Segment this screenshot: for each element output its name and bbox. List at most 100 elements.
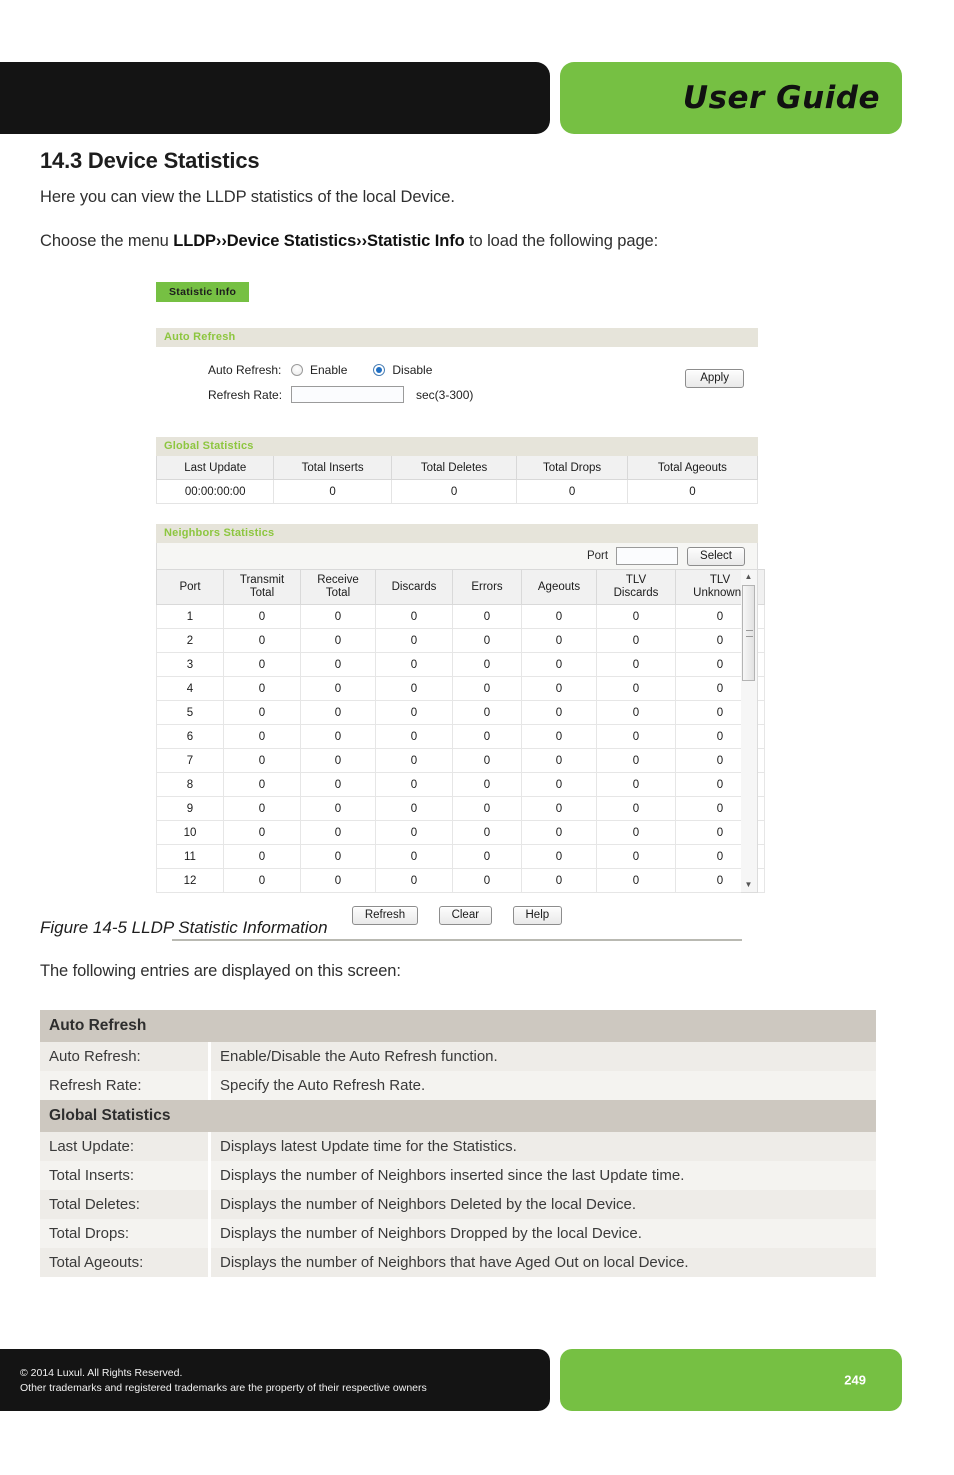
table-cell: 0	[521, 724, 597, 749]
group-label: Global Statistics	[40, 1100, 876, 1132]
table-cell: 0	[300, 868, 376, 893]
neighbors-statistics-section-header: Neighbors Statistics	[156, 524, 758, 543]
table-cell: 0	[452, 676, 522, 701]
table-cell: 0	[300, 748, 376, 773]
table-cell: 0	[375, 748, 453, 773]
table-row[interactable]: 20000000	[156, 628, 765, 653]
help-button[interactable]: Help	[512, 906, 563, 925]
description-text: Displays latest Update time for the Stat…	[209, 1132, 876, 1161]
description-key: Total Ageouts:	[40, 1248, 211, 1277]
table-row[interactable]: 30000000	[156, 652, 765, 677]
global-statistics-table: Last Update Total Inserts Total Deletes Tot…	[155, 456, 759, 504]
table-row[interactable]: 12 0 0 0 0 0 0 0	[156, 868, 765, 893]
description-text: Specify the Auto Refresh Rate.	[209, 1071, 876, 1100]
description-key: Refresh Rate:	[40, 1071, 211, 1100]
scroll-down-arrow-icon[interactable]: ▼	[741, 878, 756, 892]
vertical-scrollbar[interactable]: ▲ ▼	[741, 569, 758, 893]
table-cell: 0	[300, 676, 376, 701]
apply-button[interactable]: Apply	[685, 369, 744, 388]
clear-button[interactable]: Clear	[438, 906, 493, 925]
description-text: Enable/Disable the Auto Refresh function…	[209, 1042, 876, 1071]
intro-paragraph: Here you can view the LLDP statistics of…	[40, 188, 455, 206]
column-header: Total Deletes	[390, 456, 518, 480]
radio-enable-icon	[291, 363, 303, 376]
table-cell: 0	[596, 604, 676, 629]
table-row[interactable]: 60000000	[156, 724, 765, 749]
description-row: Total Inserts: Displays the number of Nei…	[40, 1161, 876, 1190]
scroll-up-arrow-icon[interactable]: ▲	[741, 570, 756, 584]
table-cell: 0	[596, 844, 676, 869]
column-header: Receive Total	[300, 569, 376, 605]
table-row[interactable]: 70000000	[156, 748, 765, 773]
table-row[interactable]: 10 0 0 0 0 0 0 0	[156, 820, 765, 845]
table-row[interactable]: 50000000	[156, 700, 765, 725]
port-select-row: Port Select	[156, 543, 758, 569]
table-row[interactable]: 90000000	[156, 796, 765, 821]
radio-disable[interactable]: Disable	[373, 363, 458, 377]
column-header: Transmit Total	[223, 569, 301, 605]
table-row[interactable]: 10000000	[156, 604, 765, 629]
figure-caption: Figure 14-5 LLDP Statistic Information	[40, 918, 328, 937]
scrollbar-thumb[interactable]	[742, 585, 755, 681]
refresh-button[interactable]: Refresh	[351, 906, 419, 925]
group-label: Auto Refresh	[40, 1010, 876, 1042]
refresh-rate-input[interactable]	[291, 386, 404, 403]
table-cell: 8	[156, 772, 224, 797]
description-text: Displays the number of Neighbors that ha…	[209, 1248, 876, 1277]
table-cell: 0	[300, 796, 376, 821]
neighbors-statistics-table: Port Transmit Total Receive Total Discards Err…	[156, 569, 765, 893]
radio-enable[interactable]: Enable	[291, 363, 373, 377]
copyright-line-2: Other trademarks and registered trademar…	[20, 1382, 427, 1394]
table-cell: 9	[156, 796, 224, 821]
table-cell: 0	[452, 604, 522, 629]
port-filter-input[interactable]	[616, 547, 679, 565]
table-cell: 0	[521, 700, 597, 725]
table-row[interactable]: 40000000	[156, 676, 765, 701]
table-cell: 0	[223, 652, 301, 677]
auto-refresh-section-header: Auto Refresh	[156, 328, 758, 347]
menu-path: LLDP››Device Statistics››Statistic Info	[173, 232, 465, 250]
table-cell: 0	[596, 700, 676, 725]
table-cell: 0	[521, 652, 597, 677]
footer-black-bar: © 2014 Luxul. All Rights Reserved. Other…	[0, 1349, 550, 1411]
table-cell: 0	[596, 820, 676, 845]
description-row: Auto Refresh: Enable/Disable the Auto Ref…	[40, 1042, 876, 1071]
auto-refresh-form: Auto Refresh: Enable Disable Refresh Rat…	[156, 347, 758, 421]
select-button[interactable]: Select	[687, 546, 745, 566]
tab-statistic-info[interactable]: Statistic Info	[156, 282, 250, 302]
port-filter-label: Port	[586, 550, 609, 562]
column-header: Ageouts	[521, 569, 597, 605]
table-cell: 0	[452, 724, 522, 749]
table-cell: 0	[596, 748, 676, 773]
page-footer: © 2014 Luxul. All Rights Reserved. Other…	[0, 1349, 954, 1411]
table-cell: 0	[223, 628, 301, 653]
table-cell: 0	[596, 724, 676, 749]
table-cell: 0	[300, 604, 376, 629]
table-row[interactable]: 80000000	[156, 772, 765, 797]
table-cell: 0	[596, 652, 676, 677]
table-cell: 0	[452, 844, 522, 869]
description-key: Total Inserts:	[40, 1161, 211, 1190]
table-cell: 0	[223, 676, 301, 701]
auto-refresh-panel: Auto Refresh Auto Refresh: Enable Disabl…	[156, 328, 758, 421]
table-cell: 3	[156, 652, 224, 677]
table-cell: 0	[452, 700, 522, 725]
table-cell: 0	[375, 820, 453, 845]
description-key: Last Update:	[40, 1132, 211, 1161]
description-row: Last Update: Displays latest Update time …	[40, 1132, 876, 1161]
table-cell: 0	[223, 748, 301, 773]
table-cell: 4	[156, 676, 224, 701]
table-cell: 1	[156, 604, 224, 629]
radio-enable-label: Enable	[310, 362, 348, 377]
device-ui-screenshot: Statistic Info Auto Refresh Auto Refresh…	[155, 282, 765, 941]
table-cell: 0	[223, 772, 301, 797]
table-cell: 0	[300, 652, 376, 677]
table-cell: 0	[223, 844, 301, 869]
table-cell: 0	[375, 796, 453, 821]
table-cell: 0	[223, 700, 301, 725]
global-statistics-section-header: Global Statistics	[156, 437, 758, 456]
auto-refresh-label: Auto Refresh:	[208, 362, 282, 377]
table-row[interactable]: 11 0 0 0 0 0 0 0	[156, 844, 765, 869]
description-row: Total Deletes: Displays the number of Nei…	[40, 1190, 876, 1219]
column-header: Discards	[375, 569, 453, 605]
